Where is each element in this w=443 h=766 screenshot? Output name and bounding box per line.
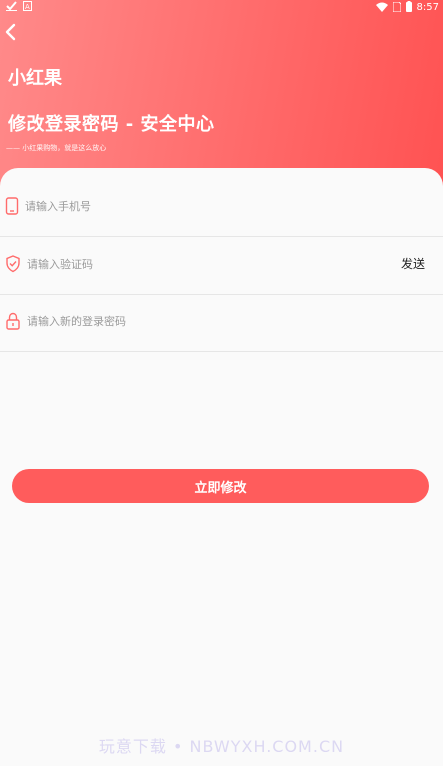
shield-check-icon [6, 255, 20, 273]
phone-input[interactable] [25, 195, 345, 217]
lock-icon [6, 312, 20, 330]
new-password-input[interactable] [27, 310, 347, 332]
app-name: 小红果 [8, 68, 62, 89]
code-input[interactable] [27, 253, 327, 275]
submit-button[interactable]: 立即修改 [12, 469, 429, 503]
code-row: 发送 [0, 237, 443, 295]
phone-icon [5, 197, 19, 215]
page-title: 修改登录密码 - 安全中心 [8, 114, 215, 135]
check-icon [6, 1, 17, 14]
watermark: 玩意下载 • NBWYXH.COM.CN [98, 737, 345, 756]
password-row [0, 294, 443, 352]
status-time: 8:57 [416, 2, 439, 13]
notification-a-icon: A [23, 1, 32, 14]
wifi-icon [375, 2, 388, 15]
send-code-button[interactable]: 发送 [401, 255, 425, 272]
phone-row [0, 179, 443, 237]
sim-icon [392, 1, 402, 15]
battery-icon [405, 1, 412, 15]
status-bar: A 8:57 [0, 0, 443, 14]
back-button[interactable] [4, 22, 22, 42]
svg-text:A: A [25, 3, 30, 11]
slogan: —— 小红果购物，就是这么放心 [6, 144, 107, 152]
chevron-left-icon [4, 23, 18, 46]
form-card: 发送 [0, 168, 443, 766]
